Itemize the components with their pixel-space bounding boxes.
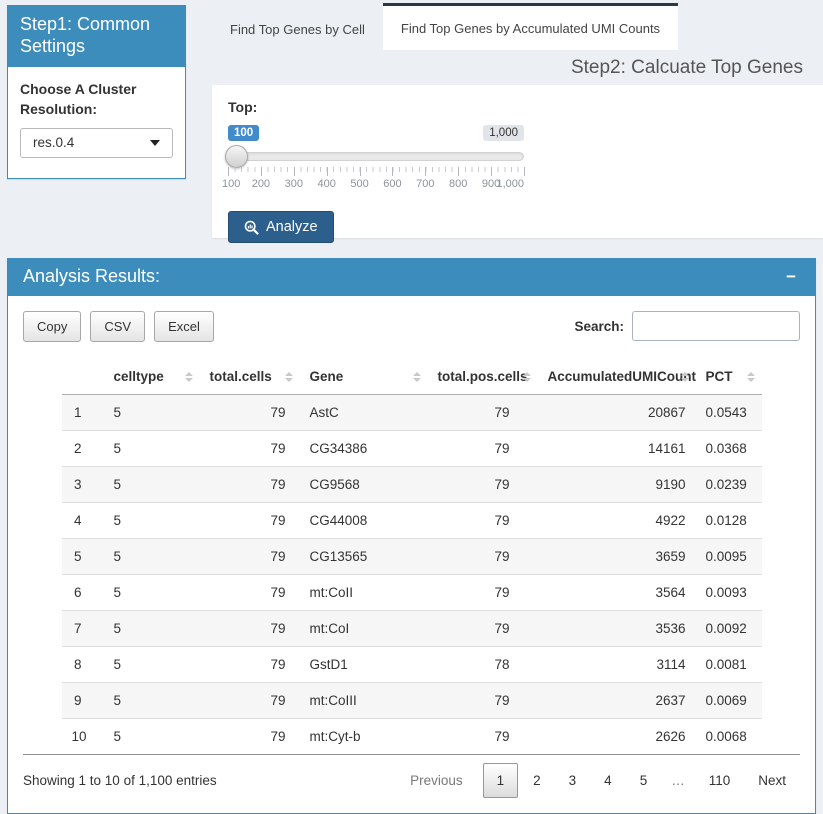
page-next-button[interactable]: Next bbox=[745, 764, 799, 797]
top-slider-label: Top: bbox=[228, 99, 807, 115]
table-row[interactable]: 3 5 79 CG9568 79 9190 0.0239 bbox=[62, 467, 762, 503]
tick-label: 100 bbox=[222, 178, 240, 190]
table-row[interactable]: 6 5 79 mt:CoII 79 3564 0.0093 bbox=[62, 575, 762, 611]
slider-max-badge: 1,000 bbox=[483, 125, 524, 141]
table-footer: Showing 1 to 10 of 1,100 entries Previou… bbox=[23, 763, 800, 798]
table-row[interactable]: 8 5 79 GstD1 78 3114 0.0081 bbox=[62, 647, 762, 683]
col-header-accumulated-umi-counts[interactable]: AccumulatedUMICounts bbox=[538, 359, 696, 395]
excel-button[interactable]: Excel bbox=[154, 311, 214, 342]
analyze-button-label: Analyze bbox=[266, 219, 318, 235]
tick-label: 500 bbox=[350, 178, 368, 190]
slider-minor-ticks bbox=[228, 167, 524, 172]
slider-value-badge: 100 bbox=[228, 125, 259, 141]
table-row[interactable]: 9 5 79 mt:CoIII 79 2637 0.0069 bbox=[62, 683, 762, 719]
col-header-gene[interactable]: Gene bbox=[300, 359, 428, 395]
step2-heading: Step2: Calcuate Top Genes bbox=[212, 50, 823, 85]
analysis-results-body: Copy CSV Excel Search: cellt bbox=[8, 296, 815, 813]
page-number-button[interactable]: 3 bbox=[556, 764, 590, 797]
tab-find-top-genes-by-cell[interactable]: Find Top Genes by Cell bbox=[212, 8, 383, 50]
pagination: Previous 1 2 3 4 5 … 110 Next bbox=[396, 763, 800, 798]
results-table: celltype total.cells Gene total.pos bbox=[62, 359, 762, 754]
copy-button[interactable]: Copy bbox=[23, 311, 81, 342]
sort-icon bbox=[185, 372, 193, 382]
analysis-results-title: Analysis Results: bbox=[23, 266, 160, 287]
analysis-results-box: Analysis Results: − Copy CSV Excel Searc… bbox=[7, 258, 816, 814]
table-toolbar: Copy CSV Excel Search: bbox=[23, 311, 800, 342]
tab-find-top-genes-by-umi[interactable]: Find Top Genes by Accumulated UMI Counts bbox=[383, 3, 678, 50]
table-search: Search: bbox=[574, 311, 800, 341]
page-ellipsis: … bbox=[661, 764, 695, 797]
sort-icon bbox=[285, 372, 293, 382]
collapse-minus-icon[interactable]: − bbox=[782, 268, 800, 285]
step1-panel-body: Choose A Cluster Resolution: res.0.4 bbox=[8, 67, 185, 178]
sort-icon bbox=[747, 372, 755, 382]
chevron-down-icon bbox=[150, 140, 160, 146]
search-input[interactable] bbox=[632, 311, 800, 341]
tick-label: 800 bbox=[449, 178, 467, 190]
table-row[interactable]: 10 5 79 mt:Cyt-b 79 2626 0.0068 bbox=[62, 719, 762, 755]
tab-bar: Find Top Genes by Cell Find Top Genes by… bbox=[212, 0, 823, 50]
col-header-total-cells[interactable]: total.cells bbox=[200, 359, 300, 395]
step2-section: Find Top Genes by Cell Find Top Genes by… bbox=[212, 0, 823, 238]
tick-label: 400 bbox=[317, 178, 335, 190]
csv-button[interactable]: CSV bbox=[90, 311, 145, 342]
sort-icon bbox=[413, 372, 421, 382]
results-table-wrap: celltype total.cells Gene total.pos bbox=[23, 359, 800, 755]
tick-label: 1,000 bbox=[496, 178, 524, 190]
page-number-button[interactable]: 110 bbox=[696, 764, 744, 797]
tick-label: 200 bbox=[252, 178, 270, 190]
slider-handle[interactable] bbox=[225, 145, 248, 168]
slider-track[interactable] bbox=[228, 152, 524, 161]
table-header-row: celltype total.cells Gene total.pos bbox=[62, 359, 762, 395]
page-previous-button[interactable]: Previous bbox=[397, 764, 481, 797]
resolution-select[interactable]: res.0.4 bbox=[20, 128, 173, 158]
table-row[interactable]: 7 5 79 mt:CoI 79 3536 0.0092 bbox=[62, 611, 762, 647]
tick-label: 300 bbox=[285, 178, 303, 190]
col-header-total-pos-cells[interactable]: total.pos.cells bbox=[428, 359, 538, 395]
resolution-select-value: res.0.4 bbox=[33, 135, 74, 150]
cluster-resolution-label: Choose A Cluster Resolution: bbox=[20, 79, 160, 120]
export-buttons: Copy CSV Excel bbox=[23, 311, 214, 342]
step2-content-panel: Top: 100 1,000 100 200 300 400 500 600 7… bbox=[212, 85, 823, 238]
magnifying-glass-chart-icon bbox=[244, 220, 259, 235]
page-number-button[interactable]: 5 bbox=[627, 764, 661, 797]
top-slider: 100 1,000 100 200 300 400 500 600 700 80… bbox=[228, 125, 524, 189]
tick-label: 600 bbox=[383, 178, 401, 190]
analysis-results-header: Analysis Results: − bbox=[8, 259, 815, 296]
col-header-rownum bbox=[62, 359, 104, 395]
search-label: Search: bbox=[574, 319, 624, 334]
table-row[interactable]: 1 5 79 AstC 79 20867 0.0543 bbox=[62, 395, 762, 431]
page-number-button[interactable]: 1 bbox=[483, 763, 519, 798]
tick-label: 700 bbox=[416, 178, 434, 190]
step1-panel: Step1: Common Settings Choose A Cluster … bbox=[7, 5, 186, 179]
table-row[interactable]: 2 5 79 CG34386 79 14161 0.0368 bbox=[62, 431, 762, 467]
table-info: Showing 1 to 10 of 1,100 entries bbox=[23, 773, 217, 788]
col-header-celltype[interactable]: celltype bbox=[104, 359, 200, 395]
table-row[interactable]: 5 5 79 CG13565 79 3659 0.0095 bbox=[62, 539, 762, 575]
sort-icon bbox=[681, 372, 689, 382]
page-number-button[interactable]: 2 bbox=[520, 764, 554, 797]
slider-grid: 100 200 300 400 500 600 700 800 900 1,00… bbox=[228, 167, 524, 189]
sort-icon bbox=[523, 372, 531, 382]
step1-panel-title: Step1: Common Settings bbox=[8, 6, 185, 67]
page-number-button[interactable]: 4 bbox=[591, 764, 625, 797]
table-row[interactable]: 4 5 79 CG44008 79 4922 0.0128 bbox=[62, 503, 762, 539]
analyze-button[interactable]: Analyze bbox=[228, 211, 334, 243]
col-header-pct[interactable]: PCT bbox=[696, 359, 762, 395]
